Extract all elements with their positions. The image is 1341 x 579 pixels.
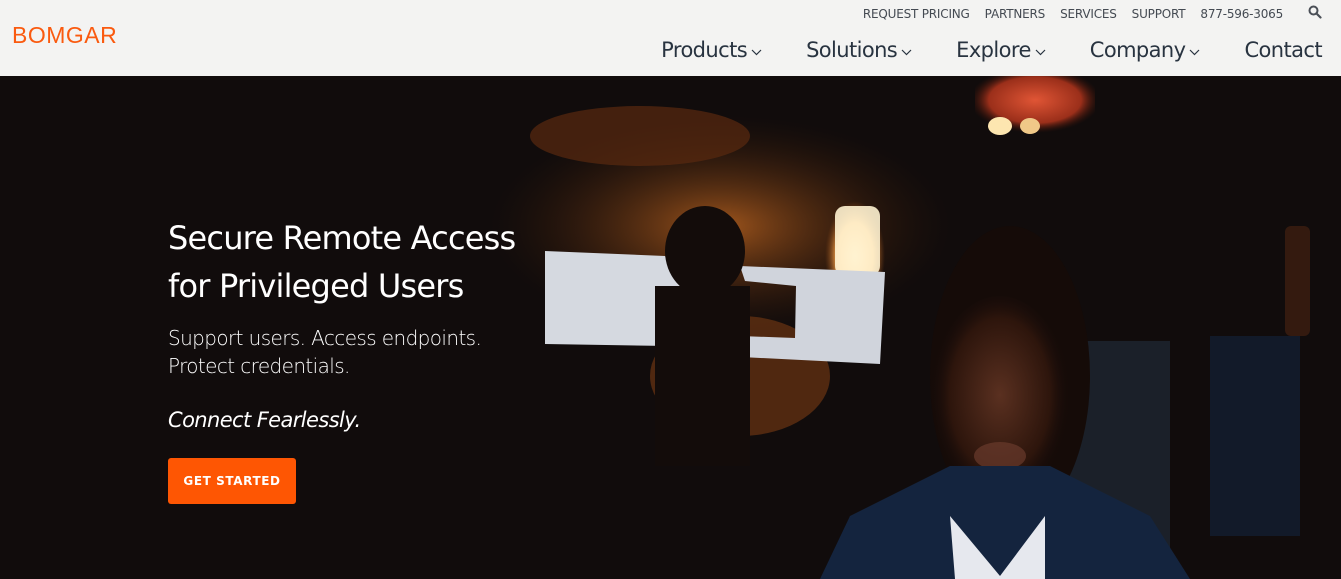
subhead-line-1: Support users. Access endpoints. bbox=[168, 326, 482, 350]
nav-item-explore[interactable]: Explore bbox=[956, 38, 1046, 62]
nav-item-label: Explore bbox=[956, 38, 1031, 62]
utility-nav: REQUEST PRICING PARTNERS SERVICES SUPPOR… bbox=[848, 7, 1283, 21]
nav-item-contact[interactable]: Contact bbox=[1244, 38, 1322, 62]
nav-item-label: Contact bbox=[1244, 38, 1322, 62]
utility-link-partners[interactable]: PARTNERS bbox=[985, 7, 1046, 21]
phone-number-link[interactable]: 877-596-3065 bbox=[1200, 7, 1283, 21]
subhead-line-2: Protect credentials. bbox=[168, 354, 350, 378]
hero-headline: Secure Remote Access for Privileged User… bbox=[168, 214, 588, 310]
nav-item-company[interactable]: Company bbox=[1090, 38, 1201, 62]
hero-tagline: Connect Fearlessly. bbox=[168, 408, 361, 432]
chevron-down-icon bbox=[751, 49, 762, 55]
utility-link-request-pricing[interactable]: REQUEST PRICING bbox=[863, 7, 970, 21]
nav-item-label: Products bbox=[661, 38, 748, 62]
hero-content: Secure Remote Access for Privileged User… bbox=[168, 214, 588, 504]
headline-line-2: for Privileged Users bbox=[168, 267, 464, 305]
nav-item-label: Company bbox=[1089, 38, 1186, 62]
bomgar-logo[interactable]: BOMGAR bbox=[12, 22, 117, 49]
hero-section: Secure Remote Access for Privileged User… bbox=[0, 76, 1341, 579]
site-header: BOMGAR REQUEST PRICING PARTNERS SERVICES… bbox=[0, 0, 1341, 76]
chevron-down-icon bbox=[1190, 49, 1200, 55]
main-nav: Products Solutions Explore Company Conta… bbox=[661, 38, 1322, 62]
utility-link-services[interactable]: SERVICES bbox=[1060, 7, 1117, 21]
get-started-button[interactable]: GET STARTED bbox=[168, 458, 296, 504]
nav-item-solutions[interactable]: Solutions bbox=[806, 38, 912, 62]
utility-link-support[interactable]: SUPPORT bbox=[1132, 7, 1186, 21]
nav-item-label: Solutions bbox=[806, 38, 898, 62]
chevron-down-icon bbox=[901, 49, 912, 55]
search-icon[interactable] bbox=[1308, 5, 1322, 19]
hero-subhead: Support users. Access endpoints. Protect… bbox=[168, 324, 548, 380]
chevron-down-icon bbox=[1035, 49, 1046, 55]
headline-line-1: Secure Remote Access bbox=[168, 219, 516, 257]
nav-item-products[interactable]: Products bbox=[661, 38, 762, 62]
